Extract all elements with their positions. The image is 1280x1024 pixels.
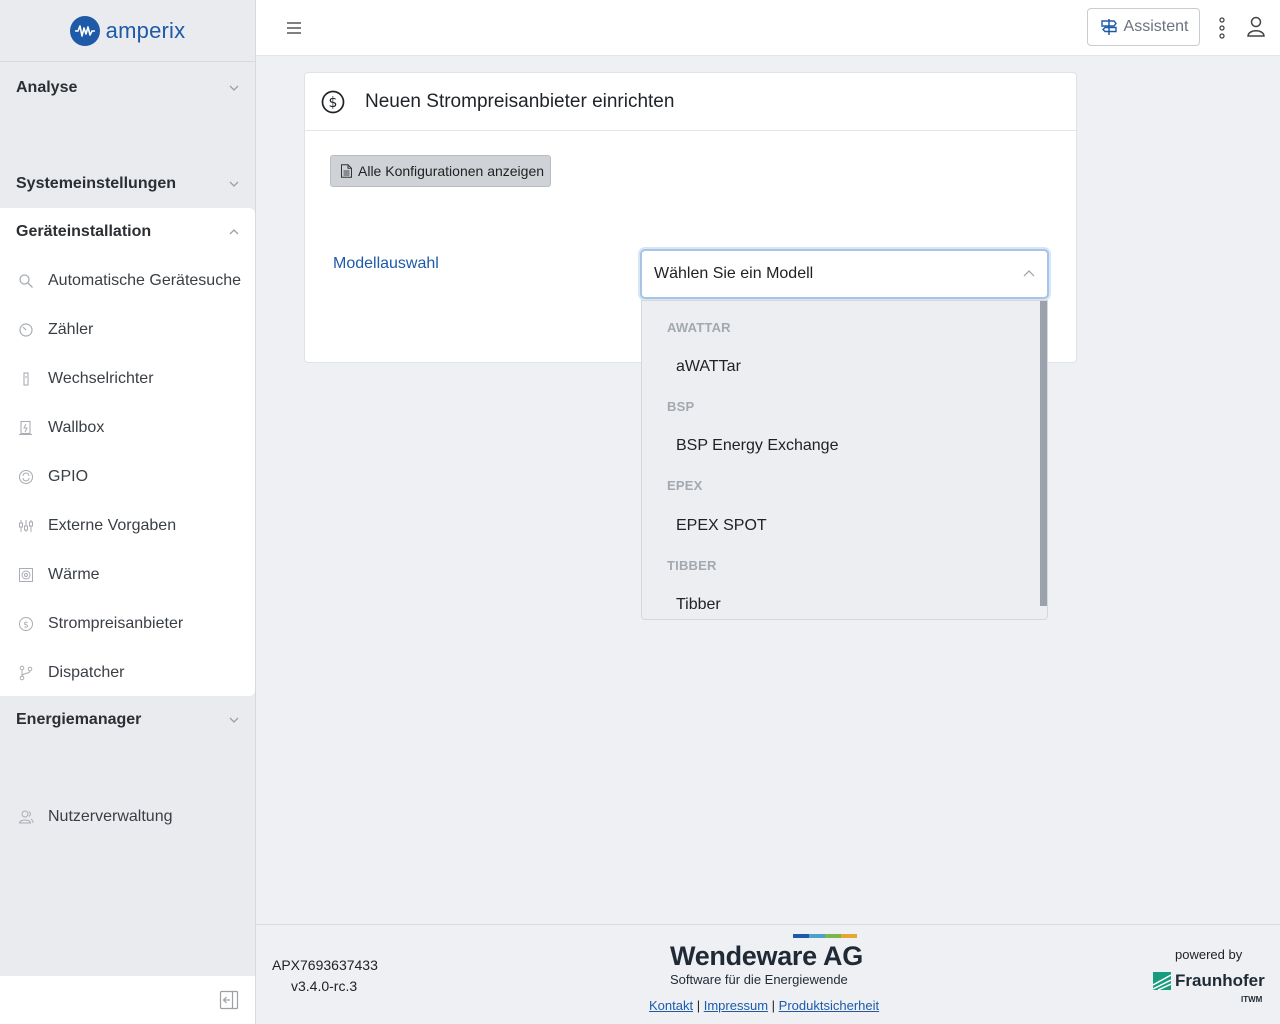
dropdown-scrollbar[interactable] (1040, 301, 1047, 606)
link-impressum[interactable]: Impressum (704, 998, 768, 1013)
sidebar-section-geraeteinstallation[interactable]: Geräteinstallation (0, 208, 255, 256)
fraunhofer-mark-icon (1153, 972, 1171, 990)
kebab-icon[interactable] (1214, 16, 1230, 40)
sidebar-item-label: Zähler (48, 320, 94, 338)
dropdown-group-label: EPEX (667, 478, 703, 493)
dropdown-group-label: AWATTAR (667, 320, 731, 335)
document-icon (341, 164, 352, 178)
color-bar (841, 934, 857, 938)
fraunhofer-logo: Fraunhofer (1153, 971, 1265, 991)
color-bar (809, 934, 825, 938)
dropdown-option-tibber[interactable]: Tibber (642, 587, 1040, 619)
chevron-down-icon (229, 181, 239, 187)
model-selection-label: Modellauswahl (333, 255, 439, 272)
dropdown-option-bsp-energy-exchange[interactable]: BSP Energy Exchange (642, 428, 1040, 464)
sidebar-item-strompreisanbieter[interactable]: $ Strompreisanbieter (0, 599, 255, 648)
sidebar-section-analyse[interactable]: Analyse (0, 64, 255, 112)
dropdown-group-label: TIBBER (667, 558, 717, 573)
wendeware-color-bars (793, 934, 857, 938)
sidebar-item-label: GPIO (48, 467, 89, 485)
gpio-icon (18, 469, 34, 485)
device-serial: APX7693637433 (272, 957, 378, 973)
sidebar-section-systemeinstellungen[interactable]: Systemeinstellungen (0, 160, 255, 208)
sidebar-item-label: Dispatcher (48, 663, 125, 681)
search-icon (18, 273, 34, 289)
model-select-value: Wählen Sie ein Modell (654, 265, 814, 282)
software-version: v3.4.0-rc.3 (291, 978, 358, 994)
sidebar-item-nutzerverwaltung[interactable]: Nutzerverwaltung (0, 792, 255, 841)
sidebar-item-label: Wechselrichter (48, 369, 154, 387)
sidebar-item-zaehler[interactable]: Zähler (0, 305, 255, 354)
collapse-icon[interactable] (219, 990, 239, 1010)
sidebar-item-automatische-geraetesuche[interactable]: Automatische Gerätesuche (0, 256, 255, 305)
sidebar-footer (0, 976, 255, 1024)
link-separator: | (696, 998, 701, 1013)
dropdown-option-epex-spot[interactable]: EPEX SPOT (642, 508, 1040, 544)
card-header: $ Neuen Strompreisanbieter einrichten (305, 73, 1076, 131)
top-bar: Assistent (256, 0, 1280, 56)
sidebar-item-label: Externe Vorgaben (48, 516, 177, 534)
chevron-up-icon (1023, 270, 1035, 277)
sidebar-item-label: Wallbox (48, 418, 105, 436)
chevron-down-icon (229, 717, 239, 723)
sidebar-item-label: Nutzerverwaltung (48, 807, 173, 825)
dropdown-group-label: BSP (667, 399, 695, 414)
chevron-up-icon (229, 229, 239, 235)
footer-links: Kontakt | Impressum | Produktsicherheit (649, 998, 879, 1013)
meter-icon (18, 322, 34, 338)
company-tagline: Software für die Energiewende (670, 972, 848, 987)
powered-by-label: powered by (1175, 947, 1243, 962)
dollar-icon: $ (18, 616, 34, 632)
sidebar-section-energiemanager[interactable]: Energiemanager (0, 696, 255, 744)
link-separator: | (771, 998, 776, 1013)
hamburger-icon[interactable] (284, 18, 304, 38)
user-icon[interactable] (1246, 16, 1266, 38)
link-kontakt[interactable]: Kontakt (649, 998, 693, 1013)
page-title: Neuen Strompreisanbieter einrichten (365, 90, 675, 112)
logo[interactable]: amperix (0, 0, 255, 62)
heat-icon (18, 567, 34, 583)
sidebar-section-label: Geräteinstallation (16, 223, 152, 240)
model-dropdown-menu: AWATTAR aWATTar BSP BSP Energy Exchange … (641, 300, 1048, 620)
sidebar-section-label: Systemeinstellungen (16, 175, 177, 192)
dropdown-option-awattar[interactable]: aWATTar (642, 349, 1040, 385)
sidebar-section-label: Analyse (16, 79, 78, 96)
sidebar-section-label: Energiemanager (16, 711, 142, 728)
assistant-button[interactable]: Assistent (1087, 8, 1200, 46)
show-all-configurations-button[interactable]: Alle Konfigurationen anzeigen (330, 155, 551, 187)
assistant-button-label: Assistent (1123, 18, 1189, 35)
link-produktsicherheit[interactable]: Produktsicherheit (779, 998, 879, 1013)
sidebar-item-dispatcher[interactable]: Dispatcher (0, 648, 255, 697)
svg-text:$: $ (23, 620, 29, 630)
sidebar-item-label: Strompreisanbieter (48, 614, 184, 632)
sidebar-item-wallbox[interactable]: Wallbox (0, 403, 255, 452)
users-icon (18, 809, 34, 825)
branch-icon (18, 665, 34, 681)
logo-text: amperix (105, 17, 186, 43)
footer: APX7693637433 v3.4.0-rc.3 Wendeware AG S… (256, 924, 1280, 1024)
color-bar (793, 934, 809, 938)
signpost-icon (1100, 19, 1117, 35)
svg-text:$: $ (329, 95, 338, 111)
sidebar-item-gpio[interactable]: GPIO (0, 452, 255, 501)
sidebar-item-waerme[interactable]: Wärme (0, 550, 255, 599)
dollar-circle-icon: $ (321, 90, 345, 113)
model-select[interactable]: Wählen Sie ein Modell (640, 249, 1049, 299)
company-name: Wendeware AG (670, 941, 863, 971)
wallbox-icon (18, 420, 34, 436)
show-all-configurations-label: Alle Konfigurationen anzeigen (358, 163, 545, 179)
sidebar-item-label: Wärme (48, 565, 100, 583)
sidebar-item-label: Automatische Gerätesuche (48, 271, 241, 289)
color-bar (825, 934, 841, 938)
sidebar: amperix Analyse Systemeinstellungen Gerä… (0, 0, 256, 1024)
inverter-icon (18, 371, 34, 387)
sliders-icon (18, 518, 34, 534)
partner-name: Fraunhofer (1175, 971, 1265, 990)
partner-subname: ITWM (1241, 995, 1263, 1004)
amperix-logo-icon (69, 15, 100, 46)
sidebar-group-geraeteinstallation: Geräteinstallation Automatische Gerätesu… (0, 208, 255, 696)
sidebar-item-wechselrichter[interactable]: Wechselrichter (0, 354, 255, 403)
sidebar-item-externe-vorgaben[interactable]: Externe Vorgaben (0, 501, 255, 550)
chevron-down-icon (229, 85, 239, 91)
